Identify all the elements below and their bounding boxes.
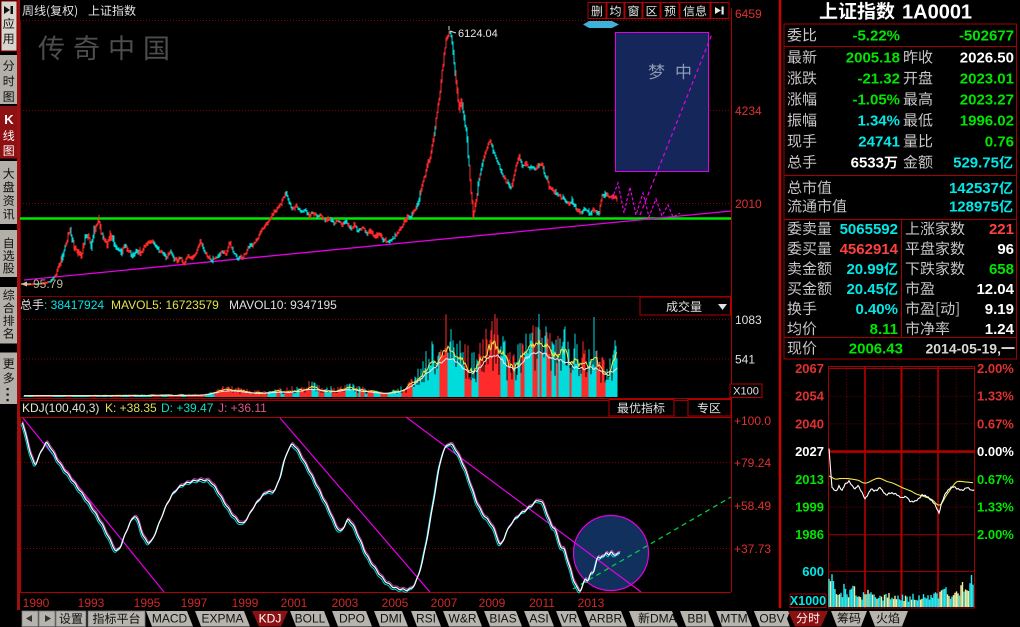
svg-text:24741: 24741 <box>858 134 900 151</box>
svg-text:96: 96 <box>997 241 1014 258</box>
svg-text:2013: 2013 <box>578 596 605 610</box>
svg-text:2026.50: 2026.50 <box>960 50 1014 67</box>
svg-text:2011: 2011 <box>529 596 555 610</box>
svg-text:2023.01: 2023.01 <box>960 71 1014 88</box>
svg-text:ASI: ASI <box>529 612 548 626</box>
svg-text:1.33%: 1.33% <box>977 500 1014 515</box>
svg-text:2010: 2010 <box>735 197 762 211</box>
svg-text:D: +39.47: D: +39.47 <box>161 401 214 415</box>
svg-text:1996.02: 1996.02 <box>960 113 1014 130</box>
svg-text:K: K <box>4 112 14 127</box>
svg-text:8.11: 8.11 <box>870 321 898 338</box>
svg-text:1999: 1999 <box>232 596 259 610</box>
svg-text:X100: X100 <box>733 386 759 398</box>
svg-text:600: 600 <box>802 564 824 579</box>
svg-text:KDJ: KDJ <box>259 612 282 626</box>
svg-text:1995: 1995 <box>134 596 161 610</box>
svg-text:20.45: 20.45 <box>846 281 884 298</box>
svg-text:221: 221 <box>989 221 1014 238</box>
svg-text:1.34%: 1.34% <box>857 113 900 130</box>
svg-text:BBI: BBI <box>687 612 706 626</box>
svg-text:20.99: 20.99 <box>846 261 884 278</box>
svg-text:ARBR: ARBR <box>589 612 623 626</box>
svg-text:2054: 2054 <box>795 389 825 404</box>
svg-text:-5.22%: -5.22% <box>852 28 900 45</box>
svg-text:EXPMA: EXPMA <box>201 612 243 626</box>
svg-text:1986: 1986 <box>795 527 824 542</box>
svg-text:+79.24: +79.24 <box>734 456 771 470</box>
svg-text:529.75: 529.75 <box>953 155 999 172</box>
svg-text:658: 658 <box>989 261 1014 278</box>
svg-text:KDJ(100,40,3): KDJ(100,40,3) <box>22 401 99 415</box>
svg-text:6124.04: 6124.04 <box>458 28 498 40</box>
svg-text:-1.05%: -1.05% <box>852 92 900 109</box>
svg-text:2006.43: 2006.43 <box>849 341 903 358</box>
svg-text:2001: 2001 <box>281 596 308 610</box>
svg-text:BOLL: BOLL <box>295 612 326 626</box>
svg-text:2007: 2007 <box>431 596 458 610</box>
svg-text:W&R: W&R <box>449 612 477 626</box>
svg-text:2009: 2009 <box>479 596 506 610</box>
svg-text:1997: 1997 <box>181 596 208 610</box>
svg-text:BIAS: BIAS <box>489 612 516 626</box>
svg-text:6533: 6533 <box>851 155 884 172</box>
svg-text:K: +38.35: K: +38.35 <box>105 401 157 415</box>
svg-text:DMA: DMA <box>650 612 677 626</box>
svg-text:RSI: RSI <box>416 612 436 626</box>
svg-text:2013: 2013 <box>795 472 824 487</box>
svg-text:9.19: 9.19 <box>985 301 1014 318</box>
svg-text:1993: 1993 <box>78 596 105 610</box>
svg-text:: 38417924: : 38417924 <box>44 298 104 312</box>
svg-text:5065592: 5065592 <box>840 221 898 238</box>
svg-text:2023.27: 2023.27 <box>960 92 1014 109</box>
svg-text:95.79: 95.79 <box>33 277 63 291</box>
svg-text:-502677: -502677 <box>959 28 1014 45</box>
svg-text:1083: 1083 <box>735 313 762 327</box>
svg-text:MAVOL10: 9347195: MAVOL10: 9347195 <box>229 298 337 312</box>
svg-text:MACD: MACD <box>152 612 188 626</box>
svg-text:128975: 128975 <box>949 199 999 216</box>
svg-text:1A0001: 1A0001 <box>902 2 972 24</box>
svg-text:DPO: DPO <box>339 612 365 626</box>
svg-text:OBV: OBV <box>759 612 784 626</box>
svg-text:4562914: 4562914 <box>840 241 899 258</box>
svg-text:2005.18: 2005.18 <box>846 50 900 67</box>
svg-text:1.24: 1.24 <box>985 321 1015 338</box>
svg-text:0.40%: 0.40% <box>855 301 898 318</box>
svg-text:-21.32: -21.32 <box>857 71 900 88</box>
svg-text:2.00%: 2.00% <box>977 361 1014 376</box>
svg-text:2003: 2003 <box>332 596 359 610</box>
svg-text:VR: VR <box>561 612 578 626</box>
svg-text:0.00%: 0.00% <box>977 444 1014 459</box>
svg-text:1999: 1999 <box>795 500 824 515</box>
svg-text:2040: 2040 <box>795 416 824 431</box>
svg-text:MTM: MTM <box>720 612 747 626</box>
svg-text:2.00%: 2.00% <box>977 527 1014 542</box>
svg-text:4234: 4234 <box>735 104 762 118</box>
svg-text:12.04: 12.04 <box>976 281 1014 298</box>
svg-text:X1000: X1000 <box>790 594 826 608</box>
svg-text:2014-05-19,: 2014-05-19, <box>925 341 1001 357</box>
svg-text:+100.0: +100.0 <box>734 414 771 428</box>
svg-text:0.76: 0.76 <box>985 134 1014 151</box>
svg-text:MAVOL5: 16723579: MAVOL5: 16723579 <box>111 298 219 312</box>
svg-text:0.67%: 0.67% <box>977 416 1014 431</box>
svg-text:+58.49: +58.49 <box>734 499 771 513</box>
svg-text:0.67%: 0.67% <box>977 472 1014 487</box>
svg-text:1.33%: 1.33% <box>977 389 1014 404</box>
svg-text:DMI: DMI <box>380 612 402 626</box>
svg-text:2005: 2005 <box>382 596 409 610</box>
svg-text:1990: 1990 <box>23 596 50 610</box>
svg-text:2067: 2067 <box>795 361 824 376</box>
svg-text:2027: 2027 <box>795 444 824 459</box>
svg-text:+37.73: +37.73 <box>734 542 771 556</box>
svg-text:6459: 6459 <box>735 7 762 21</box>
svg-text:J: +36.11: J: +36.11 <box>218 401 267 415</box>
svg-text:142537: 142537 <box>949 180 999 197</box>
svg-text:541: 541 <box>735 353 755 367</box>
